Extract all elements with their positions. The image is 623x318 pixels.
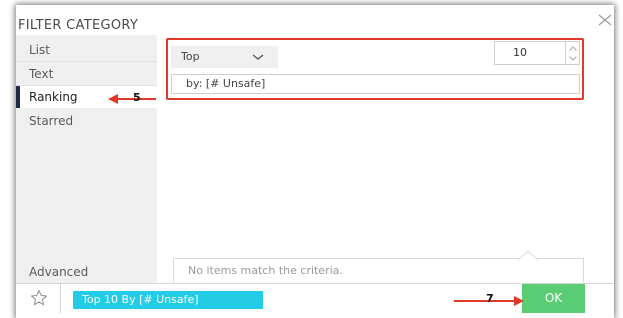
footer-divider	[60, 283, 61, 313]
sidebar-item-label: Text	[29, 67, 54, 81]
sidebar-item-advanced[interactable]: Advanced	[16, 261, 157, 283]
empty-message: No items match the criteria.	[188, 264, 343, 277]
ok-button[interactable]: OK	[522, 284, 585, 313]
dropdown-value: Top	[181, 50, 200, 63]
sidebar-item-label: Starred	[29, 114, 74, 128]
category-sidebar: List Text Ranking Starred Advanced	[16, 35, 157, 283]
results-list: No items match the criteria.	[173, 250, 584, 283]
notch-decoration	[518, 250, 538, 260]
chevron-up-icon[interactable]	[569, 46, 577, 51]
step-5-label: 5	[133, 91, 141, 104]
star-icon[interactable]	[30, 289, 48, 307]
sidebar-item-label: Advanced	[29, 265, 89, 279]
sidebar-item-label: Ranking	[29, 90, 78, 104]
chevron-down-icon	[252, 54, 264, 60]
close-icon[interactable]	[597, 12, 613, 28]
rank-mode-dropdown[interactable]: Top	[171, 46, 278, 68]
sidebar-item-starred[interactable]: Starred	[16, 110, 157, 132]
count-input[interactable]: 10	[494, 41, 566, 65]
count-stepper[interactable]	[566, 41, 580, 65]
rank-by-field[interactable]: by: [# Unsafe]	[171, 74, 580, 94]
filter-summary-badge: Top 10 By [# Unsafe]	[73, 291, 263, 309]
sidebar-item-list[interactable]: List	[16, 39, 157, 62]
step-7-label: 7	[486, 292, 494, 305]
sidebar-item-text[interactable]: Text	[16, 63, 157, 86]
sidebar-item-label: List	[29, 43, 50, 57]
active-indicator	[16, 86, 20, 108]
dialog-title: FILTER CATEGORY	[18, 18, 139, 33]
chevron-down-icon[interactable]	[569, 56, 577, 61]
